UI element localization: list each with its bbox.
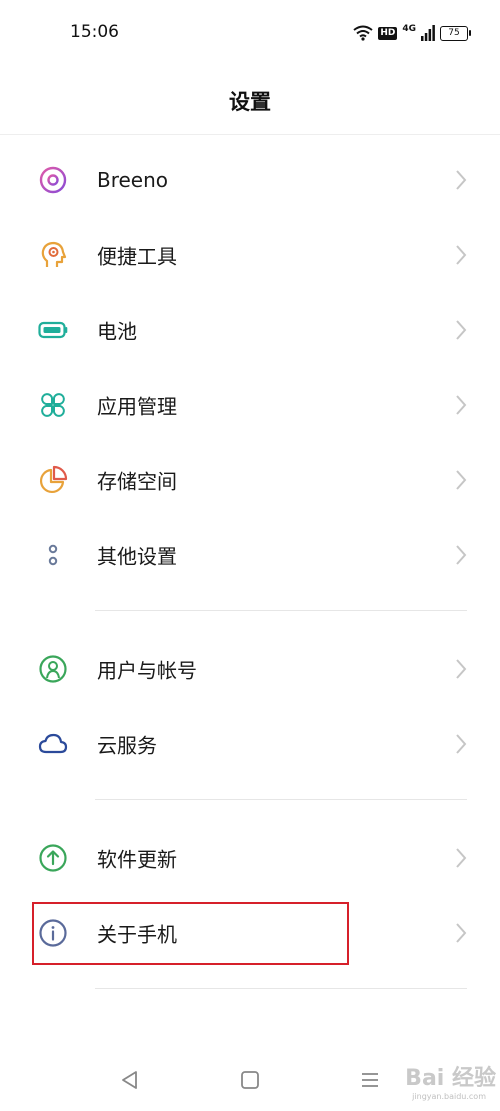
settings-item-battery[interactable]: 电池	[0, 292, 500, 367]
chevron-right-icon	[456, 469, 467, 490]
highlight-box	[32, 902, 349, 965]
settings-item-app-management[interactable]: 应用管理	[0, 367, 500, 442]
battery-icon	[38, 321, 68, 338]
page-title: 设置	[229, 90, 271, 114]
chevron-right-icon	[456, 319, 467, 340]
status-bar: 15:06 HD 4G 75	[0, 0, 500, 64]
wifi-icon	[353, 25, 373, 41]
settings-item-label: 云服务	[97, 733, 157, 757]
settings-item-breeno[interactable]: Breeno	[0, 142, 500, 217]
settings-item-label: 其他设置	[97, 544, 177, 568]
group-divider	[95, 799, 467, 800]
watermark-url: jingyan.baidu.com	[412, 1092, 486, 1101]
network-type: 4G	[402, 23, 416, 34]
settings-item-software-update[interactable]: 软件更新	[0, 820, 500, 895]
breeno-icon	[39, 166, 67, 193]
settings-item-label: 软件更新	[97, 847, 177, 871]
chevron-right-icon	[456, 922, 467, 943]
signal-icon	[421, 25, 435, 41]
watermark: Bai 经验	[405, 1066, 496, 1091]
convenience-tools-icon	[41, 241, 67, 267]
back-icon[interactable]	[118, 1068, 142, 1092]
chevron-right-icon	[456, 394, 467, 415]
settings-item-storage[interactable]: 存储空间	[0, 442, 500, 517]
settings-item-label: 应用管理	[97, 394, 177, 418]
settings-item-label: 电池	[97, 319, 137, 343]
battery-indicator: 75	[440, 25, 471, 41]
chevron-right-icon	[456, 658, 467, 679]
other-settings-icon	[48, 544, 58, 565]
status-time: 15:06	[70, 22, 119, 42]
navigation-bar: Bai 经验 jingyan.baidu.com	[0, 1050, 500, 1111]
chevron-right-icon	[456, 169, 467, 190]
home-icon[interactable]	[238, 1068, 262, 1092]
settings-item-label: 便捷工具	[97, 244, 177, 268]
chevron-right-icon	[456, 244, 467, 265]
settings-item-user-account[interactable]: 用户与帐号	[0, 631, 500, 706]
settings-item-convenience-tools[interactable]: 便捷工具	[0, 217, 500, 292]
settings-item-label: 用户与帐号	[97, 658, 197, 682]
software-update-icon	[39, 843, 67, 872]
chevron-right-icon	[456, 733, 467, 754]
settings-item-other-settings[interactable]: 其他设置	[0, 517, 500, 592]
battery-level: 75	[448, 27, 460, 38]
settings-item-label: 存储空间	[97, 469, 177, 493]
recent-apps-icon[interactable]	[358, 1068, 382, 1092]
status-icons: HD 4G 75	[353, 22, 471, 44]
group-divider	[95, 988, 467, 989]
hd-badge: HD	[378, 26, 398, 40]
storage-icon	[39, 465, 68, 493]
user-account-icon	[39, 654, 67, 683]
app-management-icon	[41, 392, 65, 417]
chevron-right-icon	[456, 544, 467, 565]
title-bar: 设置	[0, 64, 500, 135]
chevron-right-icon	[456, 847, 467, 868]
settings-item-label: Breeno	[97, 167, 169, 192]
cloud-icon	[38, 733, 68, 753]
settings-item-cloud-service[interactable]: 云服务	[0, 706, 500, 781]
group-divider	[95, 610, 467, 611]
